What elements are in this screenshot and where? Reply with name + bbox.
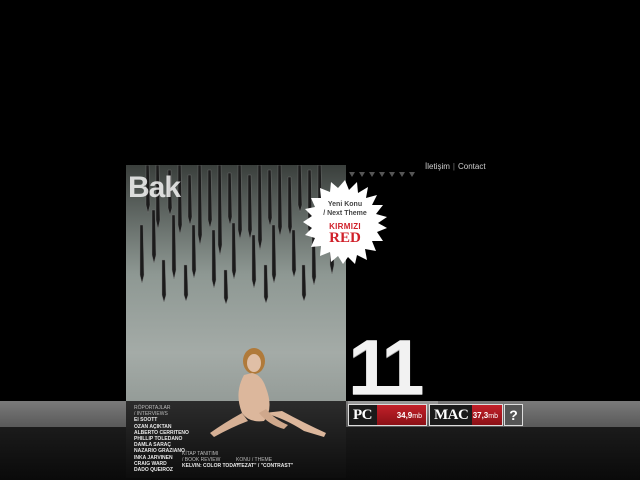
issue-number: 11 (348, 323, 425, 411)
mac-label: MAC (434, 407, 469, 423)
contact-link-en[interactable]: Contact (458, 162, 486, 171)
arrow-down-icon[interactable] (369, 172, 375, 177)
badge-line4: RED (329, 230, 361, 246)
contact-link-tr[interactable]: İletişim (425, 162, 450, 171)
mac-size-value: 37,3 (472, 411, 489, 420)
pc-size-unit: mb (412, 413, 422, 420)
download-pc-button[interactable]: PC 34,9mb (348, 404, 427, 426)
book-title: KELVIN: COLOR TODAY (182, 463, 240, 470)
pc-size-value: 34,9 (396, 411, 413, 420)
theme-block: KONU / THEME "TEZAT" / "CONTRAST" (236, 457, 293, 469)
interviews-list: RÖPORTAJLAR / INTERVIEWS EI SOOTT OZAN A… (134, 405, 189, 473)
pc-size: 34,9mb (397, 411, 422, 420)
download-mac-button[interactable]: MAC 37,3mb (429, 404, 503, 426)
arrow-down-icon[interactable] (379, 172, 385, 177)
arrow-down-icon[interactable] (399, 172, 405, 177)
book-review-block: KİTAP TANITIMI / BOOK REVIEW KELVIN: COL… (182, 451, 239, 470)
pc-label: PC (353, 407, 373, 423)
mac-size: 37,3mb (473, 411, 498, 420)
issue-nav-arrows[interactable] (349, 164, 421, 177)
list-item: NAZARIO GRAZIANO (134, 448, 185, 455)
badge-line1: Yeni Konu (327, 201, 363, 208)
contact-nav: İletişim | Contact (425, 162, 486, 171)
magazine-logo: Bak (128, 171, 181, 204)
mac-size-unit: mb (488, 413, 498, 420)
list-item: DADO QUEIROZ (134, 467, 173, 474)
next-theme-badge[interactable]: Yeni Konu / Next Theme KIRMIZI RED (303, 180, 387, 264)
badge-line2: / Next Theme (323, 210, 367, 217)
nav-separator: | (452, 162, 455, 171)
theme-title: "TEZAT" / "CONTRAST" (236, 463, 294, 470)
arrow-down-icon[interactable] (349, 172, 355, 177)
cover-model-figure (210, 348, 326, 437)
arrow-down-icon[interactable] (389, 172, 395, 177)
arrow-down-icon[interactable] (409, 172, 415, 177)
arrow-down-icon[interactable] (359, 172, 365, 177)
help-button[interactable]: ? (504, 404, 523, 426)
